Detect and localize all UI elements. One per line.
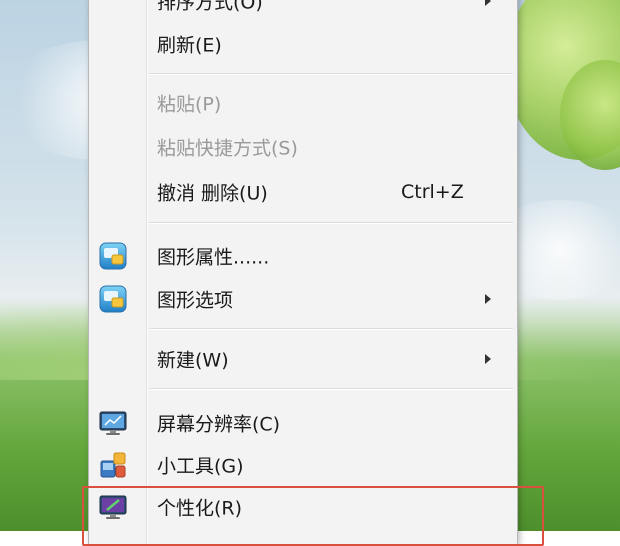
menu-item-label: 小工具(G)	[157, 455, 244, 478]
menu-separator	[149, 328, 513, 330]
menu-item-sort-by[interactable]: 排序方式(O)	[89, 0, 517, 22]
menu-item-label: 屏幕分辨率(C)	[157, 413, 281, 436]
menu-item-label: 图形属性......	[157, 246, 270, 269]
menu-item-label: 粘贴快捷方式(S)	[157, 137, 298, 160]
submenu-arrow-icon	[485, 354, 491, 364]
menu-item-refresh[interactable]: 刷新(E)	[89, 23, 517, 65]
menu-item-label: 刷新(E)	[157, 34, 222, 57]
shortcut-label: Ctrl+Z	[401, 181, 464, 203]
menu-item-graphics-properties[interactable]: 图形属性......	[89, 235, 517, 277]
graphics-options-icon	[97, 283, 129, 315]
menu-item-undo-delete[interactable]: 撤消 删除(U) Ctrl+Z	[89, 171, 517, 213]
menu-item-label: 排序方式(O)	[157, 0, 263, 14]
submenu-arrow-icon	[485, 0, 491, 6]
graphics-properties-icon	[97, 240, 129, 272]
menu-item-paste-shortcut[interactable]: 粘贴快捷方式(S)	[89, 126, 517, 168]
menu-item-gadgets[interactable]: 小工具(G)	[89, 444, 517, 486]
menu-separator	[149, 388, 513, 390]
menu-separator	[149, 222, 513, 224]
highlight-annotation-box	[82, 486, 544, 546]
menu-item-label: 粘贴(P)	[157, 93, 222, 116]
menu-item-paste[interactable]: 粘贴(P)	[89, 82, 517, 124]
menu-item-label: 撤消 删除(U)	[157, 182, 268, 205]
gadgets-icon	[97, 449, 129, 481]
menu-item-graphics-options[interactable]: 图形选项	[89, 278, 517, 320]
menu-item-label: 新建(W)	[157, 349, 229, 372]
menu-item-screen-resolution[interactable]: 屏幕分辨率(C)	[89, 402, 517, 444]
menu-item-label: 图形选项	[157, 289, 234, 312]
submenu-arrow-icon	[485, 294, 491, 304]
monitor-icon	[97, 407, 129, 439]
context-menu: 排序方式(O) 刷新(E) 粘贴(P) 粘贴快捷方式(S) 撤消 删除(U) C…	[88, 0, 518, 546]
menu-separator	[149, 73, 513, 75]
menu-item-new[interactable]: 新建(W)	[89, 338, 517, 380]
